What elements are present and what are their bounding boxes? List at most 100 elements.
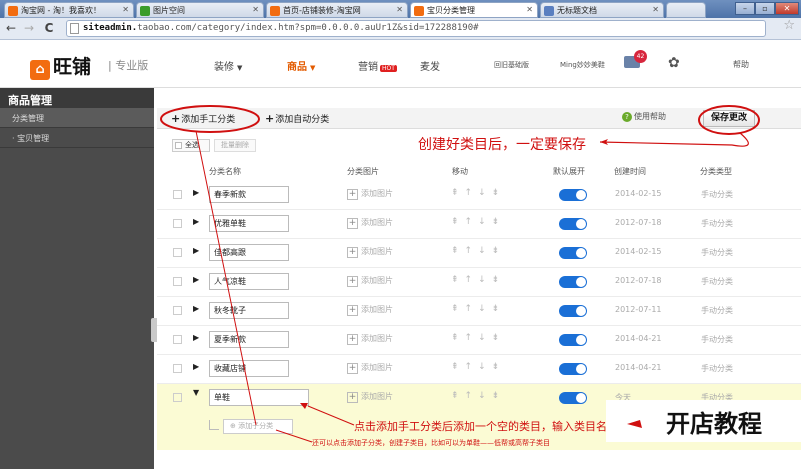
select-all-checkbox[interactable]: 全选 [172, 139, 210, 152]
close-icon[interactable]: ✕ [396, 5, 403, 14]
tab-category-manage[interactable]: 宝贝分类管理 ✕ [410, 2, 538, 18]
expand-triangle-icon[interactable]: ▶ [193, 188, 199, 197]
wangpu-logo[interactable]: ⌂ 旺铺 [30, 52, 91, 80]
add-image-button[interactable]: + 添加图片 [347, 391, 393, 403]
url-input[interactable]: siteadmin.taobao.com/category/index.htm?… [66, 20, 766, 37]
link-old-basic[interactable]: 回旧基础版 [494, 60, 529, 70]
minimize-icon[interactable]: – [735, 2, 755, 15]
nav-maifa[interactable]: 麦发 [420, 58, 440, 73]
add-hint-annotation: 点击添加手工分类后添加一个空的类目，输入类目名 [354, 420, 607, 433]
expand-triangle-icon[interactable]: ▶ [193, 333, 199, 342]
back-arrow-icon[interactable]: ← [4, 21, 18, 35]
tab-label: 宝贝分类管理 [427, 6, 475, 15]
expand-triangle-icon[interactable]: ▶ [193, 275, 199, 284]
page-icon [70, 23, 79, 34]
close-icon[interactable]: ✕ [652, 5, 659, 14]
expand-toggle[interactable] [559, 218, 587, 230]
home-icon: ⌂ [30, 60, 50, 80]
use-help-link[interactable]: ? 使用帮助 [622, 111, 666, 122]
row-checkbox[interactable] [173, 190, 182, 199]
row-checkbox[interactable] [173, 219, 182, 228]
expand-toggle[interactable] [559, 334, 587, 346]
nav-label: 麦发 [420, 62, 440, 73]
expand-toggle[interactable] [559, 189, 587, 201]
row-checkbox[interactable] [173, 335, 182, 344]
add-auto-category-button[interactable]: +添加自动分类 [265, 112, 329, 125]
close-icon[interactable]: ✕ [122, 5, 129, 14]
add-image-button[interactable]: + 添加图片 [347, 362, 393, 374]
tab-label: 首页-店铺装修-淘宝网 [283, 6, 361, 15]
move-arrows[interactable]: ⇞↑↓⇟ [451, 333, 505, 343]
move-arrows[interactable]: ⇞↑↓⇟ [451, 362, 505, 372]
expand-triangle-icon[interactable]: ▶ [193, 217, 199, 226]
row-checkbox[interactable] [173, 393, 182, 402]
category-name-input[interactable]: 佳都高跟 [209, 244, 289, 261]
expand-toggle[interactable] [559, 276, 587, 288]
expand-toggle[interactable] [559, 305, 587, 317]
new-tab-button[interactable] [666, 2, 706, 18]
move-arrows[interactable]: ⇞↑↓⇟ [451, 217, 505, 227]
move-arrows[interactable]: ⇞↑↓⇟ [451, 275, 505, 285]
category-name-input[interactable]: 人气凉鞋 [209, 273, 289, 290]
close-icon[interactable]: ✕ [526, 5, 533, 14]
move-arrows[interactable]: ⇞↑↓⇟ [451, 304, 505, 314]
row-checkbox[interactable] [173, 364, 182, 373]
taobao-favicon-icon [414, 6, 424, 16]
nav-label: 商品 [287, 62, 307, 73]
collapse-triangle-icon[interactable]: ▼ [193, 388, 199, 397]
add-image-label: 添加图片 [361, 218, 393, 227]
nav-goods[interactable]: 商品 ▼ [287, 58, 315, 73]
close-window-icon[interactable]: ✕ [775, 2, 799, 15]
help-link[interactable]: 帮助 [733, 59, 749, 70]
add-subcategory-button[interactable]: ⊕ 添加子分类 [223, 419, 293, 434]
sidebar-item-category[interactable]: 分类管理 [0, 108, 154, 128]
sidebar-item-products[interactable]: · 宝贝管理 [0, 128, 154, 148]
nav-marketing[interactable]: 营销 HOT [358, 58, 397, 73]
add-image-label: 添加图片 [361, 247, 393, 256]
category-name-input[interactable]: 春季新款 [209, 186, 289, 203]
category-name-input[interactable]: 收藏店铺 [209, 360, 289, 377]
expand-triangle-icon[interactable]: ▶ [193, 246, 199, 255]
add-image-button[interactable]: + 添加图片 [347, 246, 393, 258]
save-changes-button[interactable]: 保存更改 [703, 110, 755, 127]
expand-triangle-icon[interactable]: ▶ [193, 304, 199, 313]
gear-icon[interactable]: ✿ [668, 55, 680, 71]
link-shop-name[interactable]: Ming妙妙美鞋 [560, 60, 605, 70]
maximize-icon[interactable]: ▫ [755, 2, 775, 15]
add-image-button[interactable]: + 添加图片 [347, 217, 393, 229]
expand-toggle[interactable] [559, 247, 587, 259]
plus-icon: + [347, 363, 358, 374]
tab-taobao-home[interactable]: 淘宝网 - 淘！我喜欢！ ✕ [4, 2, 134, 18]
tab-shop-decoration[interactable]: 首页-店铺装修-淘宝网 ✕ [266, 2, 408, 18]
add-image-button[interactable]: + 添加图片 [347, 304, 393, 316]
header-image: 分类图片 [347, 167, 379, 176]
row-checkbox[interactable] [173, 277, 182, 286]
tab-untitled-doc[interactable]: 无标题文档 ✕ [540, 2, 664, 18]
batch-delete-button[interactable]: 批量删除 [214, 139, 256, 152]
question-icon: ? [622, 112, 632, 122]
forward-arrow-icon[interactable]: → [22, 21, 36, 35]
move-arrows[interactable]: ⇞↑↓⇟ [451, 188, 505, 198]
category-name-input[interactable]: 秋冬靴子 [209, 302, 289, 319]
tab-label: 淘宝网 - 淘！我喜欢！ [21, 6, 101, 15]
category-name-input[interactable]: 夏季新款 [209, 331, 289, 348]
bookmark-star-icon[interactable]: ☆ [783, 18, 795, 33]
add-image-button[interactable]: + 添加图片 [347, 275, 393, 287]
expand-toggle[interactable] [559, 392, 587, 404]
row-checkbox[interactable] [173, 306, 182, 315]
nav-decorate[interactable]: 装修 ▼ [214, 58, 242, 73]
add-manual-category-button[interactable]: +添加手工分类 [171, 112, 235, 125]
tab-image-space[interactable]: 图片空间 ✕ [136, 2, 264, 18]
move-arrows[interactable]: ⇞↑↓⇟ [451, 391, 505, 401]
add-image-button[interactable]: + 添加图片 [347, 188, 393, 200]
close-icon[interactable]: ✕ [252, 5, 259, 14]
expand-toggle[interactable] [559, 363, 587, 375]
expand-triangle-icon[interactable]: ▶ [193, 362, 199, 371]
reload-icon[interactable]: C [42, 21, 56, 35]
row-checkbox[interactable] [173, 248, 182, 257]
category-name-input[interactable]: 单鞋 [209, 389, 309, 406]
move-arrows[interactable]: ⇞↑↓⇟ [451, 246, 505, 256]
add-image-button[interactable]: + 添加图片 [347, 333, 393, 345]
tree-branch-line [209, 420, 219, 430]
category-name-input[interactable]: 优雅单鞋 [209, 215, 289, 232]
